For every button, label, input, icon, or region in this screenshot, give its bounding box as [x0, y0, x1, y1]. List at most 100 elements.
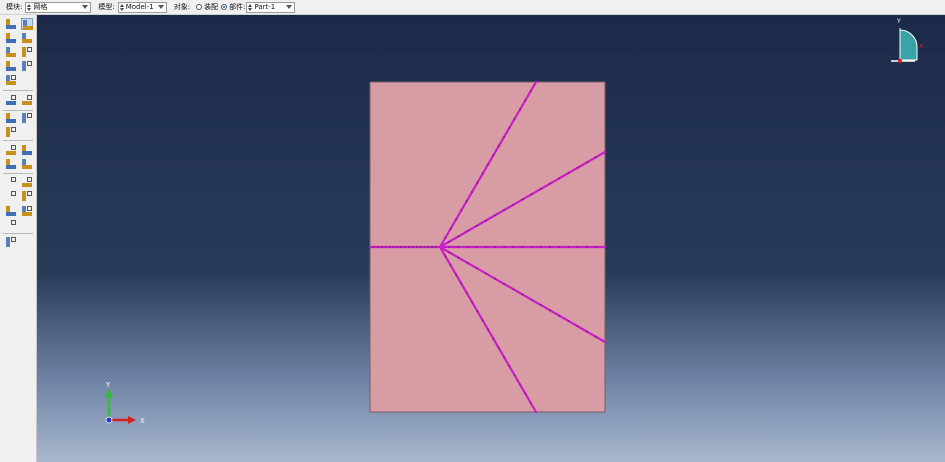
seed-marker — [404, 246, 406, 248]
seed-marker — [388, 246, 391, 248]
seed-marker — [466, 230, 469, 233]
part-combo[interactable]: Part-1 — [246, 1, 296, 13]
mesh-stats-icon[interactable] — [21, 94, 33, 106]
seed-marker — [594, 156, 597, 159]
seed-marker — [427, 246, 430, 248]
seed-marker — [558, 314, 561, 317]
y-arrowhead — [105, 389, 113, 397]
seed-part-icon[interactable] — [5, 18, 17, 30]
seed-marker — [594, 246, 597, 248]
seed-marker — [407, 246, 410, 248]
seed-marker — [400, 246, 403, 248]
seed-marker — [384, 246, 387, 248]
adaptivity-icon[interactable] — [5, 236, 17, 248]
seed-marker — [576, 246, 579, 248]
assign-stack-icon[interactable] — [21, 158, 33, 170]
repair-icon[interactable] — [21, 144, 33, 156]
seed-marker — [503, 356, 505, 358]
part-value: Part-1 — [254, 3, 276, 11]
seed-marker — [449, 264, 452, 267]
seed-marker — [524, 99, 527, 102]
verify-mesh-icon[interactable] — [5, 74, 17, 86]
seed-marker — [481, 319, 484, 322]
edit-nodes-icon[interactable] — [5, 190, 17, 202]
seed-marker — [465, 200, 468, 203]
mesh-canvas[interactable] — [37, 15, 945, 462]
seed-marker — [372, 246, 375, 248]
edit-mesh-icon[interactable] — [5, 158, 17, 170]
model-value: Model-1 — [125, 3, 154, 11]
sweep-mesh-icon[interactable] — [5, 219, 17, 231]
seed-marker — [512, 203, 515, 206]
mesh-part-icon[interactable] — [5, 60, 17, 72]
partition-edge-icon[interactable] — [21, 112, 33, 124]
module-combo[interactable]: 网格 — [25, 1, 92, 13]
seed-marker — [494, 214, 496, 217]
seed-marker — [392, 246, 395, 248]
seed-marker — [460, 282, 463, 285]
seed-marker — [539, 246, 542, 248]
seed-marker — [512, 246, 515, 248]
assembly-radio[interactable] — [196, 4, 203, 10]
module-label: 模块: — [6, 3, 23, 11]
partition-face-icon[interactable] — [5, 112, 17, 124]
view-y-label: Y — [896, 18, 901, 25]
context-toolbar: 模块: 网格 模型: Model-1 对象: 装配 部件: Part-1 — [0, 0, 945, 15]
seed-marker — [539, 304, 542, 306]
assembly-option-label: 装配 — [204, 3, 219, 11]
seed-marker — [530, 246, 533, 248]
seed-marker — [396, 246, 399, 248]
seed-marker — [521, 198, 524, 201]
element-type-icon[interactable] — [21, 46, 33, 58]
query-icon[interactable] — [5, 94, 17, 106]
seed-marker — [549, 182, 551, 185]
module-value: 网格 — [33, 3, 48, 11]
seed-marker — [457, 235, 460, 238]
seed-marker — [444, 255, 447, 258]
delete-edge-seeds-icon[interactable] — [21, 32, 33, 44]
seed-marker — [521, 293, 524, 296]
seed-marker — [448, 251, 451, 254]
seed-marker — [503, 246, 506, 248]
mesh-region-icon[interactable] — [21, 60, 33, 72]
y-axis-label: Y — [105, 381, 111, 389]
seed-marker — [521, 246, 524, 248]
seed-marker — [497, 346, 500, 349]
seed-marker — [503, 136, 505, 138]
coordinate-triad: Y X — [105, 381, 145, 425]
offset-mesh-icon[interactable] — [5, 205, 17, 217]
seed-marker — [475, 267, 478, 270]
view-origin — [898, 59, 902, 63]
seed-marker — [567, 246, 570, 248]
seed-marker — [484, 246, 487, 248]
viewport[interactable]: Y X Y X — [37, 15, 945, 462]
seed-marker — [475, 224, 478, 227]
seed-marker — [567, 319, 570, 322]
create-element-icon[interactable] — [21, 176, 33, 188]
virtual-topology-icon[interactable] — [5, 144, 17, 156]
part-radio[interactable] — [221, 4, 228, 10]
merge-nodes-icon[interactable] — [21, 190, 33, 202]
seed-marker — [513, 117, 516, 120]
seed-marker — [585, 161, 588, 164]
seed-marker — [471, 301, 473, 303]
z-axis-dot — [105, 416, 113, 424]
seed-marker — [524, 392, 527, 395]
seed-marker — [476, 310, 479, 313]
chevron-down-icon — [82, 4, 89, 9]
seed-marker — [539, 188, 542, 190]
create-node-icon[interactable] — [5, 176, 17, 188]
mesh-controls-icon[interactable] — [5, 46, 17, 58]
model-combo[interactable]: Model-1 — [117, 1, 167, 13]
delete-part-seeds-icon[interactable] — [5, 32, 17, 44]
seed-edges-icon[interactable] — [21, 18, 33, 30]
x-axis-label: X — [140, 417, 145, 425]
seed-marker — [487, 163, 489, 166]
seed-marker — [494, 246, 496, 248]
partition-cell-icon[interactable] — [5, 126, 17, 138]
extrude-mesh-icon[interactable] — [21, 205, 33, 217]
seed-marker — [466, 261, 469, 264]
seed-marker — [431, 246, 434, 248]
seed-marker — [411, 246, 414, 248]
seed-marker — [457, 256, 460, 259]
